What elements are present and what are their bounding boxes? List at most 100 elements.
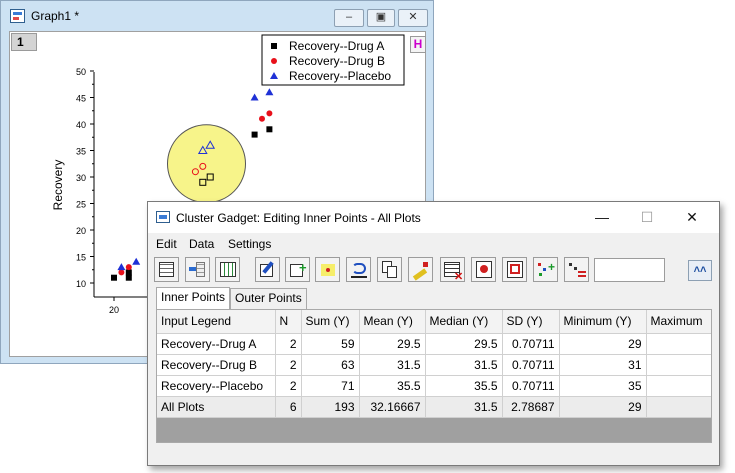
graph-close-button[interactable]: ✕ <box>398 9 428 27</box>
data-point[interactable] <box>132 257 141 265</box>
legend-symbol[interactable] <box>271 58 277 64</box>
table-cell: 29.5 <box>359 333 426 355</box>
table-cell: 35.5 <box>359 375 426 397</box>
column-header[interactable]: Sum (Y) <box>301 310 360 334</box>
column-header[interactable]: Median (Y) <box>425 310 503 334</box>
table-row[interactable]: Recovery--Drug A 2 59 29.5 29.5 0.70711 … <box>157 333 711 355</box>
toolbar: + ✕ + ˄˄ <box>148 255 719 287</box>
worksheet-icon[interactable] <box>154 257 179 282</box>
table-cell <box>646 375 711 397</box>
table-cell: 29.5 <box>425 333 503 355</box>
table-cell: 193 <box>301 396 360 418</box>
data-point[interactable] <box>259 115 265 122</box>
table-cell: 0.70711 <box>502 333 560 355</box>
data-point[interactable] <box>118 269 125 276</box>
dialog-maximize-button[interactable]: ☐ <box>637 208 657 226</box>
data-point[interactable] <box>125 269 132 276</box>
data-point[interactable] <box>125 274 132 281</box>
table-cell: 0.70711 <box>502 354 560 376</box>
edit-icon[interactable] <box>255 257 280 282</box>
unmask-icon[interactable] <box>502 257 527 282</box>
graph-restore-button[interactable]: ▣ <box>367 9 395 27</box>
y-axis-label: Recovery <box>51 160 65 211</box>
legend-symbol[interactable] <box>271 43 277 49</box>
y-tick-label: 35 <box>76 147 86 157</box>
data-point[interactable] <box>125 264 132 271</box>
table-cell: 2 <box>275 333 302 355</box>
menu-settings[interactable]: Settings <box>228 237 271 251</box>
graph-titlebar[interactable]: Graph1 * – ▣ ✕ <box>1 1 433 31</box>
mark-points-icon[interactable] <box>315 257 340 282</box>
copy-icon[interactable] <box>377 257 402 282</box>
data-point[interactable] <box>266 126 273 133</box>
dialog-minimize-button[interactable]: — <box>592 208 612 226</box>
x-tick-label: 20 <box>109 305 119 315</box>
data-point[interactable] <box>117 263 126 271</box>
scatter-add-icon[interactable]: + <box>533 257 558 282</box>
table-cell: Recovery--Drug A <box>157 333 276 355</box>
column-header[interactable]: Mean (Y) <box>359 310 426 334</box>
y-tick-label: 10 <box>76 279 86 289</box>
table-cell: All Plots <box>157 396 276 418</box>
table-cell: 2 <box>275 375 302 397</box>
dialog-close-button[interactable]: ✕ <box>682 208 702 226</box>
table-cell: 0.70711 <box>502 375 560 397</box>
dialog-titlebar[interactable]: Cluster Gadget: Editing Inner Points - A… <box>148 202 719 233</box>
collapse-toolbar-button[interactable]: ˄˄ <box>688 260 712 281</box>
data-point[interactable] <box>251 131 258 138</box>
data-table-icon[interactable] <box>215 257 240 282</box>
table-cell: 63 <box>301 354 360 376</box>
table-cell: 31.5 <box>359 354 426 376</box>
tab-inner-points[interactable]: Inner Points <box>156 287 231 309</box>
add-plot-icon[interactable]: + <box>285 257 310 282</box>
data-point[interactable] <box>265 88 274 96</box>
y-tick-label: 25 <box>76 200 86 210</box>
table-cell: 6 <box>275 396 302 418</box>
data-point[interactable] <box>250 93 259 101</box>
mask-points-icon[interactable] <box>471 257 496 282</box>
table-cell: Recovery--Drug B <box>157 354 276 376</box>
toolbar-input[interactable] <box>594 258 665 282</box>
column-header[interactable]: Input Legend <box>157 310 276 334</box>
mask-edit-icon[interactable] <box>408 257 433 282</box>
x-ticks: 20 <box>109 297 119 315</box>
y-tick-label: 15 <box>76 253 86 263</box>
table-row[interactable]: Recovery--Placebo 2 71 35.5 35.5 0.70711… <box>157 375 711 397</box>
column-header[interactable]: N <box>275 310 302 334</box>
tab-outer-points[interactable]: Outer Points <box>230 288 307 309</box>
table-cell: 2.78687 <box>502 396 560 418</box>
y-tick-label: 40 <box>76 120 86 130</box>
statistics-table: Input Legend N Sum (Y) Mean (Y) Median (… <box>157 310 711 418</box>
statistics-grid[interactable]: Input Legend N Sum (Y) Mean (Y) Median (… <box>156 309 712 443</box>
table-row[interactable]: Recovery--Drug B 2 63 31.5 31.5 0.70711 … <box>157 354 711 376</box>
table-cell: 31.5 <box>425 354 503 376</box>
graph-minimize-button[interactable]: – <box>334 9 364 27</box>
y-tick-label: 50 <box>76 67 86 77</box>
table-row-summary[interactable]: All Plots 6 193 32.16667 31.5 2.78687 29 <box>157 396 711 418</box>
table-cell: Recovery--Placebo <box>157 375 276 397</box>
dialog-status-area <box>148 451 719 465</box>
undo-icon[interactable] <box>346 257 371 282</box>
column-header[interactable]: Minimum (Y) <box>559 310 647 334</box>
scatter-remove-icon[interactable] <box>564 257 589 282</box>
table-delete-icon[interactable]: ✕ <box>440 257 465 283</box>
data-point[interactable] <box>266 110 273 117</box>
legend[interactable]: Recovery--Drug ARecovery--Drug BRecovery… <box>261 34 405 86</box>
menu-data[interactable]: Data <box>189 237 214 251</box>
add-column-icon[interactable] <box>185 257 210 282</box>
column-header[interactable]: Maximum <box>646 310 711 334</box>
table-cell: 29 <box>559 396 647 418</box>
table-cell: 2 <box>275 354 302 376</box>
graph-title: Graph1 * <box>31 9 80 23</box>
table-cell <box>646 333 711 355</box>
menu-edit[interactable]: Edit <box>156 237 177 251</box>
column-header[interactable]: SD (Y) <box>502 310 560 334</box>
legend-label: Recovery--Placebo <box>289 69 391 83</box>
table-cell: 31 <box>559 354 647 376</box>
y-ticks: 50 45 40 35 30 25 20 15 10 <box>76 67 94 289</box>
dialog-title: Cluster Gadget: Editing Inner Points - A… <box>176 211 421 225</box>
cluster-circle[interactable] <box>167 124 246 204</box>
graph-window-icon <box>10 9 25 23</box>
data-point[interactable] <box>111 274 117 281</box>
table-cell: 59 <box>301 333 360 355</box>
